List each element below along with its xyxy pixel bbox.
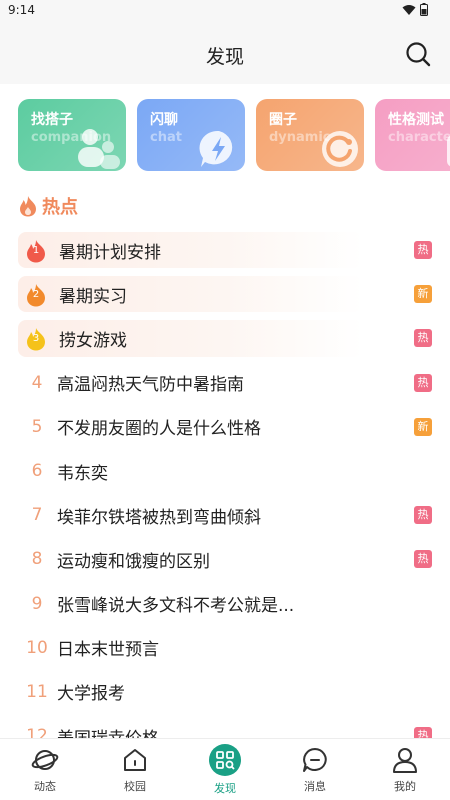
topic-text: 捞女游戏 bbox=[59, 330, 127, 351]
card-find-partner[interactable]: 找搭子 companion bbox=[18, 99, 126, 171]
status-bar: 9:14 bbox=[0, 0, 450, 24]
rank-badge: 1 bbox=[25, 239, 47, 263]
tab-profile[interactable]: 我的 bbox=[360, 739, 450, 800]
rank-number: 10 bbox=[26, 637, 48, 658]
user-icon bbox=[393, 748, 417, 773]
topic-tag: 热 bbox=[414, 373, 432, 392]
topic-text: 美国瑞幸价格 bbox=[57, 724, 159, 738]
rank-number: 7 bbox=[31, 505, 43, 526]
list-item[interactable]: 2 暑期实习 新 bbox=[18, 272, 436, 316]
list-item[interactable]: 7 埃菲尔铁塔被热到弯曲倾斜 热 bbox=[18, 493, 436, 537]
topic-text: 运动瘦和饿瘦的区别 bbox=[57, 551, 210, 572]
rank-number: 2 bbox=[32, 289, 40, 301]
topic-text: 埃菲尔铁塔被热到弯曲倾斜 bbox=[57, 507, 261, 528]
header: 发现 bbox=[0, 24, 450, 84]
topic-text: 高温闷热天气防中暑指南 bbox=[57, 375, 244, 396]
rank-number: 3 bbox=[32, 333, 40, 345]
rank-badge: 3 bbox=[25, 327, 47, 351]
card-subtitle: character bbox=[388, 130, 450, 145]
message-icon bbox=[303, 748, 327, 772]
card-subtitle: chat bbox=[150, 130, 182, 145]
topic-text: 不发朋友圈的人是什么性格 bbox=[57, 419, 261, 440]
people-icon bbox=[78, 129, 120, 169]
page-title: 发现 bbox=[205, 46, 244, 68]
card-flash-chat[interactable]: 闪聊 chat bbox=[137, 99, 245, 171]
tab-label: 我的 bbox=[394, 780, 416, 793]
list-item[interactable]: 4 高温闷热天气防中暑指南 热 bbox=[18, 361, 436, 405]
rank-number: 6 bbox=[31, 461, 43, 482]
search-icon bbox=[406, 42, 431, 67]
lightning-chat-icon bbox=[199, 130, 233, 167]
tab-messages[interactable]: 消息 bbox=[270, 739, 360, 800]
rank-badge: 2 bbox=[25, 283, 47, 307]
rank-number: 4 bbox=[31, 372, 43, 393]
topic-tag: 热 bbox=[414, 727, 432, 738]
rank-number: 11 bbox=[26, 681, 48, 702]
topic-tag: 热 bbox=[414, 550, 432, 569]
list-item[interactable]: 3 捞女游戏 热 bbox=[18, 316, 436, 360]
hot-section-title: 热点 bbox=[42, 197, 78, 218]
search-button[interactable] bbox=[404, 40, 432, 68]
tab-label: 校园 bbox=[124, 780, 146, 793]
tab-label: 发现 bbox=[214, 782, 236, 795]
card-title: 找搭子 bbox=[31, 112, 73, 128]
bottom-tab-bar: 动态 校园 发现 消息 我的 bbox=[0, 738, 450, 800]
planet-icon bbox=[31, 750, 59, 770]
topic-text: 大学报考 bbox=[57, 684, 125, 705]
status-time: 9:14 bbox=[8, 3, 35, 17]
topic-tag: 新 bbox=[414, 285, 432, 304]
grid-search-icon bbox=[216, 751, 235, 770]
battery-icon bbox=[420, 3, 428, 16]
list-item[interactable]: 10 日本末世预言 bbox=[18, 626, 436, 670]
topic-tag: 热 bbox=[414, 506, 432, 525]
tab-label: 动态 bbox=[34, 780, 56, 793]
rank-number: 12 bbox=[26, 726, 48, 738]
topic-text: 暑期实习 bbox=[59, 286, 127, 307]
flame-icon bbox=[20, 196, 36, 217]
tab-label: 消息 bbox=[304, 780, 326, 793]
rank-number: 8 bbox=[31, 549, 43, 570]
topic-tag: 热 bbox=[414, 329, 432, 348]
home-icon bbox=[124, 749, 146, 771]
topic-text: 韦东奕 bbox=[57, 463, 108, 484]
card-personality-test[interactable]: 性格测试 character bbox=[375, 99, 450, 171]
rank-number: 9 bbox=[31, 593, 43, 614]
wifi-icon bbox=[402, 4, 416, 15]
tab-moments[interactable]: 动态 bbox=[0, 739, 90, 800]
list-item[interactable]: 11 大学报考 bbox=[18, 670, 436, 714]
topic-tag: 热 bbox=[414, 241, 432, 259]
tab-campus[interactable]: 校园 bbox=[90, 739, 180, 800]
circle-icon bbox=[322, 131, 358, 167]
card-title: 圈子 bbox=[269, 112, 297, 128]
topic-text: 日本末世预言 bbox=[57, 640, 159, 661]
test-icon bbox=[447, 135, 450, 167]
topic-text: 张雪峰说大多文科不考公就是... bbox=[57, 596, 295, 617]
card-circle[interactable]: 圈子 dynamic bbox=[256, 99, 364, 171]
list-item[interactable]: 6 韦东奕 bbox=[18, 449, 436, 493]
list-item[interactable]: 9 张雪峰说大多文科不考公就是... bbox=[18, 582, 436, 626]
list-item[interactable]: 5 不发朋友圈的人是什么性格 新 bbox=[18, 405, 436, 449]
tab-discover[interactable]: 发现 bbox=[180, 739, 270, 800]
list-item[interactable]: 1 暑期计划安排 热 bbox=[18, 228, 436, 272]
topic-tag: 新 bbox=[414, 417, 432, 436]
card-title: 闪聊 bbox=[150, 112, 178, 128]
topic-text: 暑期计划安排 bbox=[59, 242, 161, 263]
rank-number: 5 bbox=[31, 416, 43, 437]
rank-number: 1 bbox=[32, 245, 40, 257]
list-item[interactable]: 8 运动瘦和饿瘦的区别 热 bbox=[18, 537, 436, 581]
hot-list: 1 暑期计划安排热 2 暑期实习新 3 捞女游戏热 4 高温闷热天气防中暑指南热 5 不发朋友圈的… bbox=[18, 228, 436, 738]
card-title: 性格测试 bbox=[388, 112, 444, 128]
hot-section-header: 热点 bbox=[18, 192, 78, 220]
list-item[interactable]: 12 美国瑞幸价格 热 bbox=[18, 714, 436, 738]
feature-cards: 找搭子 companion 闪聊 chat 圈子 dynamic 性格测试 ch… bbox=[18, 99, 450, 173]
